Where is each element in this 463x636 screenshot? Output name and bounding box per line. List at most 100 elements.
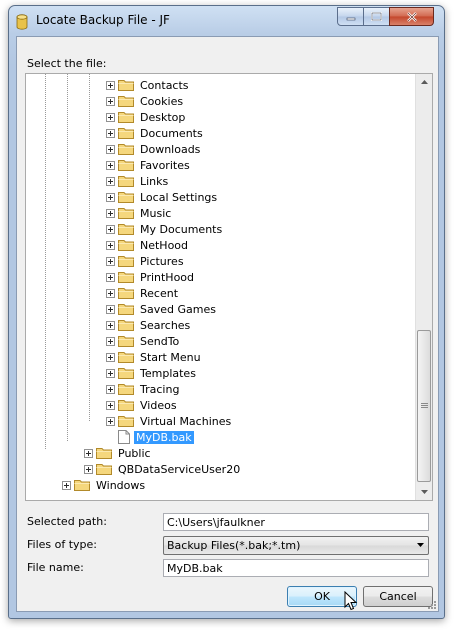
folder-icon xyxy=(118,176,134,187)
tree-item-folder[interactable]: NetHood xyxy=(106,237,190,253)
expand-toggle-icon[interactable] xyxy=(106,336,115,346)
tree-item-folder[interactable]: Saved Games xyxy=(106,301,218,317)
expand-toggle-icon[interactable] xyxy=(106,112,115,122)
tree-item-folder[interactable]: Virtual Machines xyxy=(106,413,233,429)
title-bar[interactable]: Locate Backup File - JF xyxy=(9,6,444,36)
maximize-button[interactable] xyxy=(363,7,390,26)
tree-item-folder[interactable]: Music xyxy=(106,205,173,221)
scroll-up-button[interactable] xyxy=(416,74,432,90)
arrow-up-icon xyxy=(420,80,428,84)
folder-tree[interactable]: Contacts Cookies Desktop Documents Downloads… xyxy=(25,73,433,501)
tree-item-file[interactable]: MyDB.bak xyxy=(106,429,194,445)
resize-grip-icon[interactable] xyxy=(427,600,437,610)
files-of-type-label: Files of type: xyxy=(27,538,98,551)
expand-toggle-icon[interactable] xyxy=(106,160,115,170)
expand-toggle-icon[interactable] xyxy=(106,384,115,394)
folder-icon xyxy=(118,224,134,235)
folder-label: Desktop xyxy=(140,110,186,124)
expand-toggle-icon[interactable] xyxy=(106,352,115,362)
tree-item-folder[interactable]: QBDataServiceUser20 xyxy=(84,461,242,477)
expand-toggle-icon[interactable] xyxy=(106,192,115,202)
tree-item-folder[interactable]: Cookies xyxy=(106,93,185,109)
expand-toggle-icon[interactable] xyxy=(106,80,115,90)
folder-icon xyxy=(118,320,134,331)
expand-toggle-icon[interactable] xyxy=(106,304,115,314)
close-icon xyxy=(406,11,417,22)
tree-line xyxy=(45,74,46,450)
tree-item-folder[interactable]: Templates xyxy=(106,365,198,381)
minimize-button[interactable] xyxy=(337,7,364,26)
expand-toggle-icon[interactable] xyxy=(106,256,115,266)
expand-toggle-icon[interactable] xyxy=(84,464,93,474)
tree-item-folder[interactable]: Windows xyxy=(62,477,147,493)
tree-item-folder[interactable]: Start Menu xyxy=(106,349,203,365)
tree-item-folder[interactable]: Recent xyxy=(106,285,180,301)
tree-item-folder[interactable]: Downloads xyxy=(106,141,202,157)
folder-icon xyxy=(118,80,134,91)
maximize-icon xyxy=(371,12,382,21)
tree-item-folder[interactable]: PrintHood xyxy=(106,269,196,285)
file-name-label: File name: xyxy=(27,561,84,574)
expand-toggle-icon[interactable] xyxy=(106,176,115,186)
expand-toggle-icon[interactable] xyxy=(84,448,93,458)
expand-toggle-icon[interactable] xyxy=(106,272,115,282)
tree-item-folder[interactable]: Contacts xyxy=(106,77,191,93)
folder-icon xyxy=(118,96,134,107)
folder-icon xyxy=(118,256,134,267)
tree-line xyxy=(67,74,68,442)
file-icon xyxy=(118,430,130,444)
tree-item-folder[interactable]: My Documents xyxy=(106,221,224,237)
expand-toggle-icon[interactable] xyxy=(106,320,115,330)
dialog-window: Locate Backup File - JF Select the file:… xyxy=(8,5,445,619)
folder-icon xyxy=(118,272,134,283)
expand-toggle-icon[interactable] xyxy=(106,288,115,298)
folder-icon xyxy=(118,288,134,299)
scroll-down-button[interactable] xyxy=(416,484,432,500)
tree-item-folder[interactable]: SendTo xyxy=(106,333,181,349)
folder-icon xyxy=(118,384,134,395)
selected-path-field[interactable]: C:\Users\jfaulkner xyxy=(163,513,429,531)
expand-toggle-icon[interactable] xyxy=(106,368,115,378)
folder-icon xyxy=(118,368,134,379)
cancel-button[interactable]: Cancel xyxy=(363,586,433,607)
expand-toggle-icon[interactable] xyxy=(106,208,115,218)
folder-label: SendTo xyxy=(140,334,180,348)
folder-label: Pictures xyxy=(140,254,184,268)
folder-label: Templates xyxy=(140,366,196,380)
arrow-down-icon xyxy=(420,490,428,494)
tree-item-folder[interactable]: Public xyxy=(84,445,153,461)
tree-item-folder[interactable]: Links xyxy=(106,173,170,189)
file-name-field[interactable]: MyDB.bak xyxy=(163,559,429,577)
folder-icon xyxy=(74,480,90,491)
folder-label: Favorites xyxy=(140,158,190,172)
vertical-scrollbar[interactable] xyxy=(415,74,432,500)
expand-toggle-icon[interactable] xyxy=(106,144,115,154)
folder-label: PrintHood xyxy=(140,270,195,284)
tree-item-folder[interactable]: Searches xyxy=(106,317,192,333)
expand-toggle-icon[interactable] xyxy=(106,240,115,250)
tree-item-folder[interactable]: Videos xyxy=(106,397,179,413)
expand-toggle-icon[interactable] xyxy=(106,96,115,106)
tree-item-folder[interactable]: Local Settings xyxy=(106,189,219,205)
folder-label: My Documents xyxy=(140,222,223,236)
tree-item-folder[interactable]: Documents xyxy=(106,125,205,141)
close-button[interactable] xyxy=(389,7,434,26)
tree-item-folder[interactable]: Favorites xyxy=(106,157,192,173)
files-of-type-dropdown[interactable]: Backup Files(*.bak;*.tm) xyxy=(163,536,429,555)
expand-toggle-icon[interactable] xyxy=(106,400,115,410)
folder-icon xyxy=(118,112,134,123)
thumb-grip xyxy=(421,407,428,408)
folder-icon xyxy=(118,304,134,315)
folder-label: Virtual Machines xyxy=(140,414,232,428)
folder-icon xyxy=(118,240,134,251)
expand-toggle-icon[interactable] xyxy=(106,128,115,138)
tree-item-folder[interactable]: Desktop xyxy=(106,109,187,125)
expand-toggle-icon[interactable] xyxy=(106,416,115,426)
expand-toggle-icon[interactable] xyxy=(106,224,115,234)
folder-label: Public xyxy=(118,446,151,460)
tree-item-folder[interactable]: Tracing xyxy=(106,381,181,397)
expand-toggle-icon[interactable] xyxy=(62,480,71,490)
tree-item-folder[interactable]: Pictures xyxy=(106,253,186,269)
scroll-thumb[interactable] xyxy=(417,330,431,482)
thumb-grip xyxy=(421,403,428,404)
